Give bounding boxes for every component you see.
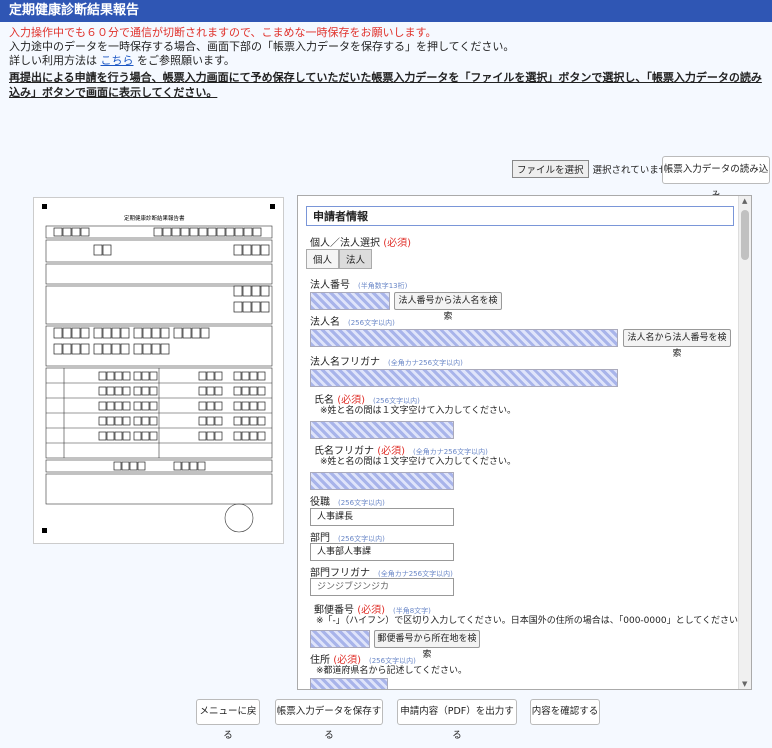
- scroll-up-icon[interactable]: ▲: [742, 197, 747, 205]
- help-link[interactable]: こちら: [101, 54, 134, 67]
- corp-kana-hint: (全角カナ256文字以内): [388, 359, 463, 367]
- search-corp-number-button[interactable]: 法人名から法人番号を検索: [623, 329, 731, 359]
- entity-type-label: 個人／法人選択 (必須): [310, 234, 411, 249]
- corp-name-input[interactable]: [310, 329, 618, 347]
- choose-file-button[interactable]: ファイルを選択: [512, 160, 589, 178]
- scroll-down-icon[interactable]: ▼: [742, 680, 747, 688]
- section-title: 申請者情報: [306, 206, 734, 226]
- department-kana-input[interactable]: ジンジブジンジカ: [310, 578, 454, 596]
- corp-name-hint: (256文字以内): [348, 319, 395, 327]
- name-note: ※姓と名の間は１文字空けて入力してください。: [320, 406, 517, 416]
- name-kana-note: ※姓と名の間は１文字空けて入力してください。: [320, 457, 517, 467]
- department-label: 部門 (256文字以内): [310, 529, 385, 544]
- back-to-menu-button[interactable]: メニューに戻る: [196, 699, 260, 741]
- entity-type-toggle: 個人 法人: [306, 249, 373, 269]
- corp-number-input[interactable]: [310, 292, 390, 310]
- scrollbar[interactable]: ▲ ▼: [738, 196, 751, 689]
- load-data-button[interactable]: 帳票入力データの読み込み: [662, 156, 770, 201]
- form-preview: 定期健康診断結果報告書: [33, 197, 284, 544]
- help-text-post: をご参照願います。: [133, 54, 235, 67]
- address-note: ※都道府県名から記述してください。: [316, 666, 468, 676]
- help-notice: 詳しい利用方法は こちら をご参照願います。: [9, 54, 235, 68]
- department-hint: (256文字以内): [338, 535, 385, 543]
- corp-number-label: 法人番号 (半角数字13桁): [310, 276, 407, 291]
- applicant-form-panel: 申請者情報 個人／法人選択 (必須) 個人 法人 法人番号 (半角数字13桁) 法…: [297, 195, 752, 690]
- option-corporation[interactable]: 法人: [339, 249, 373, 269]
- entity-type-text: 個人／法人選択: [310, 238, 380, 249]
- export-pdf-button[interactable]: 申請内容（PDF）を出力する: [397, 699, 517, 741]
- address-input[interactable]: [310, 678, 388, 689]
- file-chooser: ファイルを選択 選択されていません: [512, 160, 677, 178]
- required-mark: (必須): [383, 238, 411, 249]
- job-title-input[interactable]: 人事課長: [310, 508, 454, 526]
- help-text-pre: 詳しい利用方法は: [9, 54, 101, 67]
- job-title-text: 役職: [310, 497, 330, 508]
- department-kana-label: 部門フリガナ (全角カナ256文字以内): [310, 564, 453, 579]
- corp-number-hint: (半角数字13桁): [358, 282, 408, 290]
- zip-note: ※「-」（ハイフン）で区切り入力してください。日本国外の住所の場合は、「000-…: [316, 616, 748, 626]
- job-title-label: 役職 (256文字以内): [310, 493, 385, 508]
- department-kana-hint: (全角カナ256文字以内): [378, 570, 453, 578]
- zip-input[interactable]: [310, 630, 370, 648]
- corp-kana-label: 法人名フリガナ (全角カナ256文字以内): [310, 353, 463, 368]
- job-title-hint: (256文字以内): [338, 499, 385, 507]
- save-data-button[interactable]: 帳票入力データを保存する: [275, 699, 383, 741]
- corp-name-label: 法人名 (256文字以内): [310, 313, 395, 328]
- search-corp-name-button[interactable]: 法人番号から法人名を検索: [394, 292, 502, 322]
- form-preview-image: 定期健康診断結果報告書: [42, 204, 275, 533]
- name-input[interactable]: [310, 421, 454, 439]
- department-input[interactable]: 人事部人事課: [310, 543, 454, 561]
- timeout-notice: 入力操作中でも６０分で通信が切断されますので、こまめな一時保存をお願いします。: [9, 26, 437, 39]
- option-individual[interactable]: 個人: [306, 249, 340, 269]
- search-address-button[interactable]: 郵便番号から所在地を検索: [374, 630, 480, 660]
- name-kana-input[interactable]: [310, 472, 454, 490]
- confirm-button[interactable]: 内容を確認する: [530, 699, 600, 725]
- corp-kana-input[interactable]: [310, 369, 618, 387]
- form-preview-title: 定期健康診断結果報告書: [124, 214, 185, 222]
- corp-number-text: 法人番号: [310, 280, 350, 291]
- corp-name-text: 法人名: [310, 317, 340, 328]
- corp-kana-text: 法人名フリガナ: [310, 357, 380, 368]
- scroll-thumb[interactable]: [741, 210, 749, 260]
- resubmit-notice: 再提出による申請を行う場合、帳票入力画面にて予め保存していただいた帳票入力データ…: [9, 71, 762, 99]
- page-title: 定期健康診断結果報告: [0, 0, 772, 22]
- save-notice: 入力途中のデータを一時保存する場合、画面下部の「帳票入力データを保存する」を押し…: [9, 40, 515, 53]
